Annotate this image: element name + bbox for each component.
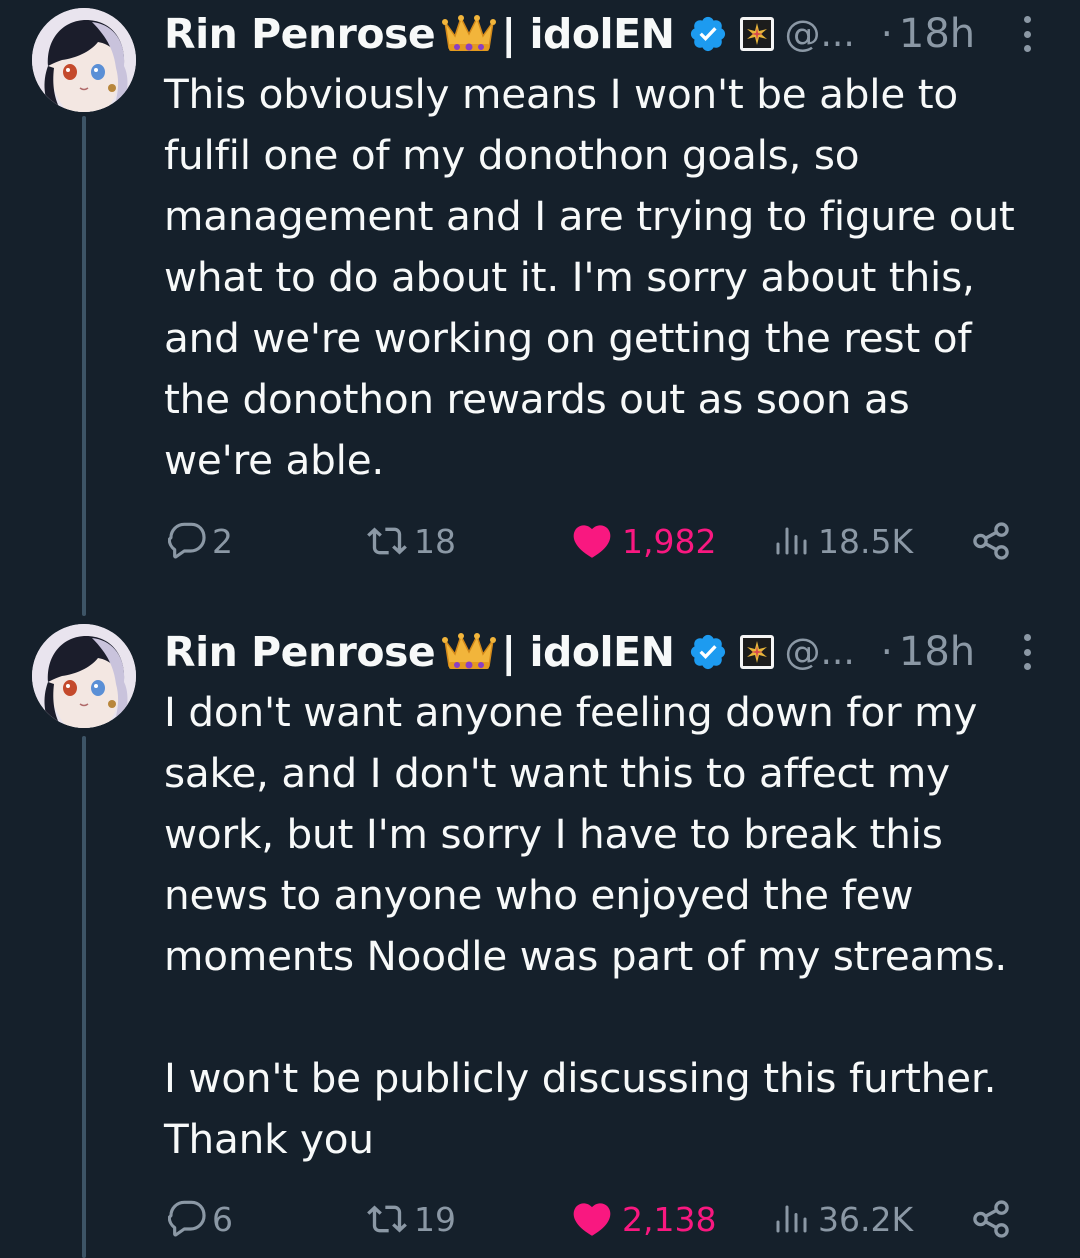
reply-count: 2: [212, 521, 233, 561]
reply-button[interactable]: 2: [168, 516, 233, 566]
share-button[interactable]: [970, 516, 1012, 566]
author-handle[interactable]: @...: [784, 632, 854, 673]
repost-count: 19: [414, 1199, 456, 1239]
tweet-header: Rin Penrose | idolEN @... · 18h: [164, 4, 975, 64]
verified-badge-icon[interactable]: [688, 14, 728, 54]
verified-badge-icon[interactable]: [688, 632, 728, 672]
affiliate-flag-icon[interactable]: [740, 17, 774, 51]
author-display-name[interactable]: Rin Penrose: [164, 628, 436, 676]
reply-count: 6: [212, 1199, 233, 1239]
repost-button[interactable]: 18: [364, 516, 456, 566]
author-name-suffix[interactable]: | idolEN: [501, 628, 675, 676]
crown-emoji-icon: [441, 632, 497, 672]
views-button[interactable]: 36.2K: [772, 1194, 913, 1244]
like-count: 2,138: [622, 1199, 717, 1239]
reply-button[interactable]: 6: [168, 1194, 233, 1244]
heart-filled-icon: [570, 519, 614, 563]
tweet-text: This obviously means I won't be able to …: [164, 70, 1015, 484]
views-bar-chart-icon: [772, 1201, 808, 1237]
thread-connector-line: [82, 736, 86, 1258]
author-name-suffix[interactable]: | idolEN: [501, 10, 675, 58]
view-count: 18.5K: [818, 521, 914, 561]
avatar[interactable]: [32, 624, 136, 728]
repost-icon: [364, 521, 410, 561]
avatar-anime-girl-icon: [32, 8, 136, 112]
views-button[interactable]: 18.5K: [772, 516, 913, 566]
like-count: 1,982: [622, 521, 717, 561]
crown-emoji-icon: [441, 14, 497, 54]
view-count: 36.2K: [818, 1199, 914, 1239]
reply-icon: [168, 1199, 208, 1239]
more-options-icon[interactable]: [1020, 634, 1034, 670]
author-handle[interactable]: @...: [784, 14, 854, 55]
author-display-name[interactable]: Rin Penrose: [164, 10, 436, 58]
like-button[interactable]: 2,138: [570, 1194, 716, 1244]
share-button[interactable]: [970, 1194, 1012, 1244]
repost-count: 18: [414, 521, 456, 561]
avatar[interactable]: [32, 8, 136, 112]
affiliate-flag-icon[interactable]: [740, 635, 774, 669]
thread-connector-line: [82, 116, 86, 616]
tweet-timestamp[interactable]: 18h: [899, 629, 975, 675]
avatar-anime-girl-icon: [32, 624, 136, 728]
reply-icon: [168, 521, 208, 561]
repost-button[interactable]: 19: [364, 1194, 456, 1244]
tweet-actions: 2 18 1,982 18.5K: [164, 516, 1024, 566]
heart-filled-icon: [570, 1197, 614, 1241]
views-bar-chart-icon: [772, 523, 808, 559]
separator-dot: ·: [880, 630, 893, 674]
share-icon: [970, 520, 1012, 562]
repost-icon: [364, 1199, 410, 1239]
more-options-icon[interactable]: [1020, 16, 1034, 52]
share-icon: [970, 1198, 1012, 1240]
like-button[interactable]: 1,982: [570, 516, 716, 566]
tweet-text: I don't want anyone feeling down for my …: [164, 688, 1008, 1163]
tweet-timestamp[interactable]: 18h: [899, 11, 975, 57]
separator-dot: ·: [880, 12, 893, 56]
tweet-actions: 6 19 2,138 36.2K: [164, 1194, 1024, 1244]
tweet-header: Rin Penrose | idolEN @... · 18h: [164, 622, 975, 682]
